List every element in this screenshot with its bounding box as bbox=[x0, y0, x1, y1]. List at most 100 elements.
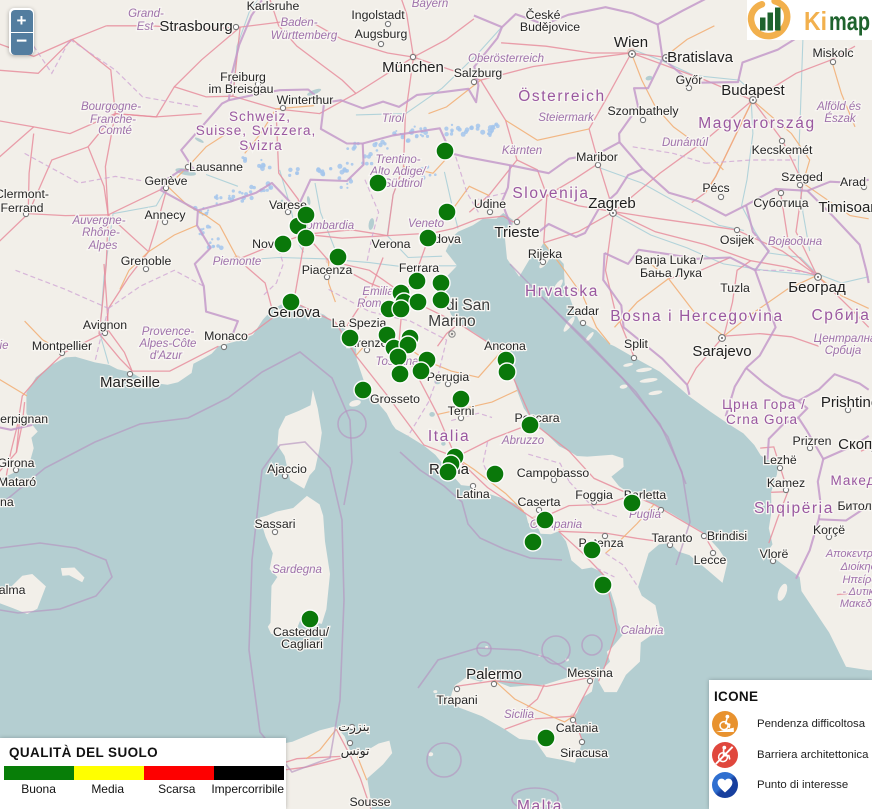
svg-text:Lausanne: Lausanne bbox=[189, 160, 243, 174]
svg-text:Észak: Észak bbox=[824, 112, 857, 125]
svg-text:Budějovice: Budějovice bbox=[520, 20, 580, 34]
svg-text:Salzburg: Salzburg bbox=[454, 66, 503, 80]
svg-text:Alföld és: Alföld és bbox=[816, 101, 861, 113]
svg-text:Auvergne-: Auvergne- bbox=[71, 215, 125, 227]
svg-text:Barcelona: Barcelona bbox=[0, 495, 14, 509]
svg-text:Veneto: Veneto bbox=[408, 218, 445, 230]
svg-text:Битола: Битола bbox=[837, 499, 872, 513]
svg-text:Crna Gora: Crna Gora bbox=[726, 412, 798, 427]
svg-text:Trentino-: Trentino- bbox=[375, 154, 420, 166]
svg-text:Caserta: Caserta bbox=[517, 495, 560, 509]
svg-text:Mataró: Mataró bbox=[0, 475, 36, 489]
svg-text:Szombathely: Szombathely bbox=[607, 104, 679, 118]
svg-text:Clermont-: Clermont- bbox=[0, 187, 49, 201]
svg-text:Bayern: Bayern bbox=[412, 0, 448, 10]
svg-text:Avignon: Avignon bbox=[83, 318, 127, 332]
svg-text:Trapani: Trapani bbox=[436, 693, 477, 707]
svg-text:Piacenza: Piacenza bbox=[302, 263, 353, 277]
svg-text:Ingolstadt: Ingolstadt bbox=[351, 8, 405, 22]
svg-text:Svizra: Svizra bbox=[239, 138, 283, 153]
svg-text:Timisoara: Timisoara bbox=[818, 199, 872, 216]
svg-text:Μακεδονία: Μακεδονία bbox=[840, 598, 872, 610]
svg-text:Siracusa: Siracusa bbox=[560, 746, 608, 760]
svg-text:Zadar: Zadar bbox=[567, 304, 599, 318]
svg-text:Est: Est bbox=[137, 21, 154, 33]
svg-text:Steiermark: Steiermark bbox=[538, 112, 595, 124]
svg-text:Osijek: Osijek bbox=[720, 233, 755, 247]
svg-text:Perugia: Perugia bbox=[427, 370, 470, 384]
svg-text:Διοίκηση: Διοίκηση bbox=[840, 561, 872, 573]
svg-text:Hrvatska: Hrvatska bbox=[525, 283, 599, 300]
svg-text:Strasbourg: Strasbourg bbox=[159, 18, 232, 35]
svg-text:Kecskemét: Kecskemét bbox=[752, 143, 813, 157]
svg-text:Црна Гора /: Црна Гора / bbox=[722, 397, 806, 412]
svg-text:Суботица: Суботица bbox=[753, 196, 808, 210]
svg-text:Marino: Marino bbox=[428, 313, 475, 330]
svg-text:Udine: Udine bbox=[474, 197, 506, 211]
svg-text:Győr: Győr bbox=[676, 73, 703, 87]
svg-text:Sousse: Sousse bbox=[349, 795, 390, 809]
svg-text:Sassari: Sassari bbox=[254, 517, 295, 531]
svg-text:Pécs: Pécs bbox=[702, 181, 729, 195]
svg-text:Скопје: Скопје bbox=[838, 436, 872, 453]
svg-text:Baden-: Baden- bbox=[280, 17, 317, 29]
svg-text:Grenoble: Grenoble bbox=[121, 254, 172, 268]
svg-text:Suisse, Svizzera,: Suisse, Svizzera, bbox=[196, 123, 317, 138]
svg-text:Ajaccio: Ajaccio bbox=[267, 462, 307, 476]
svg-text:Ferrand: Ferrand bbox=[0, 201, 43, 215]
svg-text:Split: Split bbox=[624, 337, 649, 351]
svg-text:Augsburg: Augsburg bbox=[355, 27, 408, 41]
svg-text:Lezhë: Lezhë bbox=[763, 453, 797, 467]
svg-text:تونس: تونس bbox=[341, 744, 370, 758]
svg-text:Girona: Girona bbox=[0, 456, 35, 470]
svg-text:Magyarország: Magyarország bbox=[698, 115, 815, 132]
svg-text:Rijeka: Rijeka bbox=[528, 247, 562, 261]
svg-text:München: München bbox=[382, 59, 444, 76]
svg-text:Österreich: Österreich bbox=[518, 87, 606, 105]
svg-text:Shqipëria: Shqipëria bbox=[754, 500, 834, 517]
svg-text:Sarajevo: Sarajevo bbox=[692, 343, 751, 360]
svg-text:Messina: Messina bbox=[567, 666, 613, 680]
svg-text:Србија: Србија bbox=[811, 307, 870, 324]
svg-text:Winterthur: Winterthur bbox=[277, 93, 334, 107]
svg-text:d'Azur: d'Azur bbox=[150, 350, 183, 362]
svg-text:Rhône-: Rhône- bbox=[82, 227, 120, 239]
svg-text:Lecce: Lecce bbox=[694, 553, 727, 567]
svg-text:Taranto: Taranto bbox=[651, 531, 692, 545]
svg-text:Genève: Genève bbox=[144, 174, 187, 188]
svg-text:Calabria: Calabria bbox=[621, 625, 664, 637]
svg-text:Comté: Comté bbox=[98, 125, 132, 137]
svg-text:Kärnten: Kärnten bbox=[502, 145, 542, 157]
svg-text:Zagreb: Zagreb bbox=[588, 195, 636, 212]
svg-text:Maribor: Maribor bbox=[576, 150, 618, 164]
svg-text:Provence-: Provence- bbox=[142, 326, 195, 338]
svg-text:Prishtinë: Prishtinë bbox=[821, 394, 872, 411]
svg-text:Latina: Latina bbox=[456, 487, 490, 501]
svg-text:Annecy: Annecy bbox=[144, 208, 186, 222]
svg-text:Miskolc: Miskolc bbox=[813, 46, 854, 60]
svg-text:Sardegna: Sardegna bbox=[272, 564, 322, 576]
svg-text:Karlsruhe: Karlsruhe bbox=[247, 0, 300, 13]
svg-text:Војводина: Војводина bbox=[768, 236, 822, 248]
svg-text:Србија: Србија bbox=[825, 345, 862, 357]
svg-text:Bratislava: Bratislava bbox=[667, 49, 734, 66]
svg-text:Abruzzo: Abruzzo bbox=[501, 435, 545, 447]
svg-text:map: map bbox=[829, 6, 870, 36]
svg-text:Bosna i Hercegovina: Bosna i Hercegovina bbox=[610, 308, 783, 325]
svg-text:Montpellier: Montpellier bbox=[32, 339, 92, 353]
svg-text:Bourgogne-: Bourgogne- bbox=[81, 101, 141, 113]
svg-text:Arad: Arad bbox=[840, 175, 866, 189]
svg-text:Alpes-Côte: Alpes-Côte bbox=[139, 338, 197, 350]
svg-text:Wien: Wien bbox=[614, 34, 648, 51]
svg-text:Alpes: Alpes bbox=[88, 240, 118, 252]
svg-text:Malta: Malta bbox=[517, 798, 563, 809]
svg-text:Ki: Ki bbox=[804, 6, 827, 36]
svg-text:Banja Luka /: Banja Luka / bbox=[635, 253, 704, 267]
svg-text:Grosseto: Grosseto bbox=[370, 392, 420, 406]
svg-text:Vlorë: Vlorë bbox=[760, 547, 789, 561]
svg-text:Italia: Italia bbox=[428, 428, 470, 445]
svg-text:Korçë: Korçë bbox=[813, 523, 845, 537]
svg-text:Београд: Београд bbox=[788, 279, 846, 296]
svg-text:Централна: Централна bbox=[814, 333, 872, 345]
svg-text:Südtirol: Südtirol bbox=[384, 178, 423, 190]
